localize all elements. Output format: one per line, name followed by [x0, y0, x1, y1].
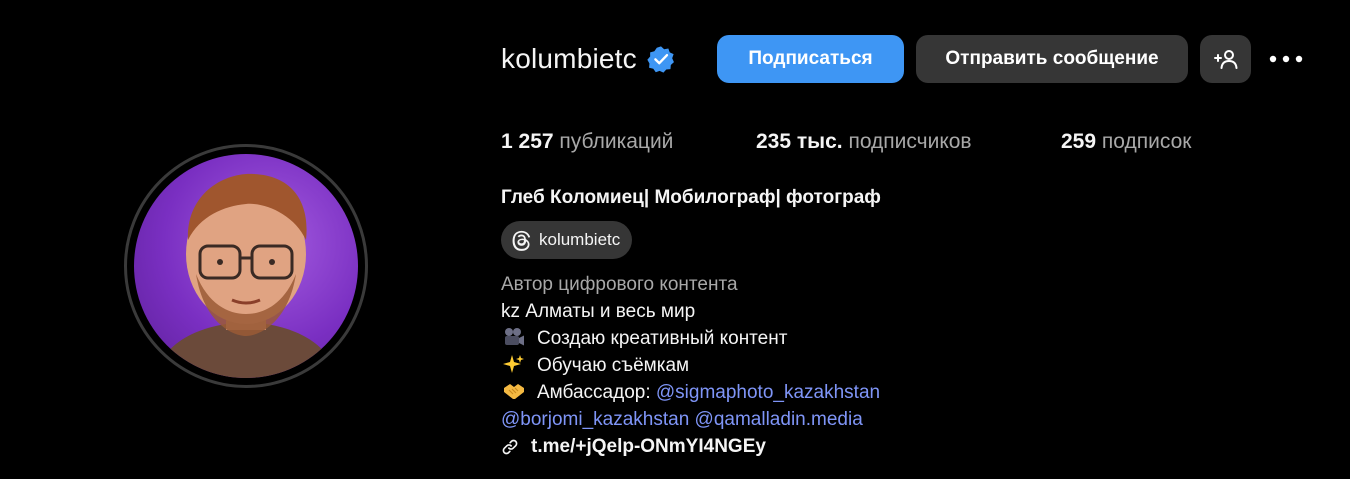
threads-handle: kolumbietc	[539, 230, 621, 249]
profile-header: kolumbietc	[501, 35, 675, 83]
mention-link[interactable]: @sigmaphoto_kazakhstan	[656, 382, 880, 403]
threads-link[interactable]: kolumbietc	[501, 221, 633, 259]
handshake-icon	[504, 384, 524, 399]
following-stat[interactable]: 259 подписок	[1061, 130, 1191, 154]
person-plus-icon	[1213, 50, 1237, 69]
sparkles-icon	[503, 355, 524, 373]
avatar-photo	[154, 173, 338, 378]
avatar-ring[interactable]	[124, 144, 368, 388]
mention-link[interactable]: @borjomi_kazakhstan	[501, 409, 689, 430]
mention-link[interactable]: @qamalladin.media	[695, 409, 863, 430]
more-options-button[interactable]	[1266, 45, 1306, 73]
send-message-button[interactable]: Отправить сообщение	[916, 35, 1188, 83]
external-link[interactable]: t.me/+jQelp-ONmYI4NGEy	[531, 433, 766, 460]
bio-line-teaching: Обучаю съёмкам	[501, 352, 880, 379]
threads-icon	[512, 230, 531, 251]
followers-stat[interactable]: 235 тыс. подписчиков	[756, 130, 972, 154]
username: kolumbietc	[501, 43, 637, 74]
following-count: 259	[1061, 130, 1097, 153]
link-icon	[502, 439, 518, 454]
bio-line-mentions: @borjomi_kazakhstan @qamalladin.media	[501, 406, 880, 433]
bio-line-ambassador: Амбассадор: @sigmaphoto_kazakhstan	[501, 379, 880, 406]
following-label: подписок	[1101, 130, 1192, 153]
ellipsis-icon	[1269, 55, 1303, 63]
bio-line-content-text: Создаю креативный контент	[537, 328, 788, 349]
bio: Автор цифрового контента kz Алматы и вес…	[501, 271, 880, 460]
movie-camera-icon	[505, 328, 524, 346]
posts-count: 1 257	[501, 130, 554, 153]
profile-page: kolumbietc Подписаться Отправить сообщен…	[0, 0, 1350, 479]
external-link-row: t.me/+jQelp-ONmYI4NGEy	[501, 433, 880, 460]
bio-category: Автор цифрового контента	[501, 274, 738, 295]
full-name: Глеб Коломиец| Мобилограф| фотограф	[501, 187, 881, 208]
bio-line-teaching-text: Обучаю съёмкам	[537, 355, 690, 376]
verified-badge-icon	[647, 46, 674, 73]
followers-label: подписчиков	[848, 130, 972, 153]
posts-label: публикаций	[559, 130, 674, 153]
bio-ambassador-prefix: Амбассадор:	[537, 382, 656, 403]
bio-line-location: kz Алматы и весь мир	[501, 301, 696, 322]
bio-line-content: Создаю креативный контент	[501, 325, 880, 352]
follow-button[interactable]: Подписаться	[717, 35, 904, 83]
avatar[interactable]	[134, 154, 358, 378]
followers-count: 235 тыс.	[756, 130, 843, 153]
posts-stat: 1 257 публикаций	[501, 130, 673, 154]
suggested-users-button[interactable]	[1200, 35, 1251, 83]
